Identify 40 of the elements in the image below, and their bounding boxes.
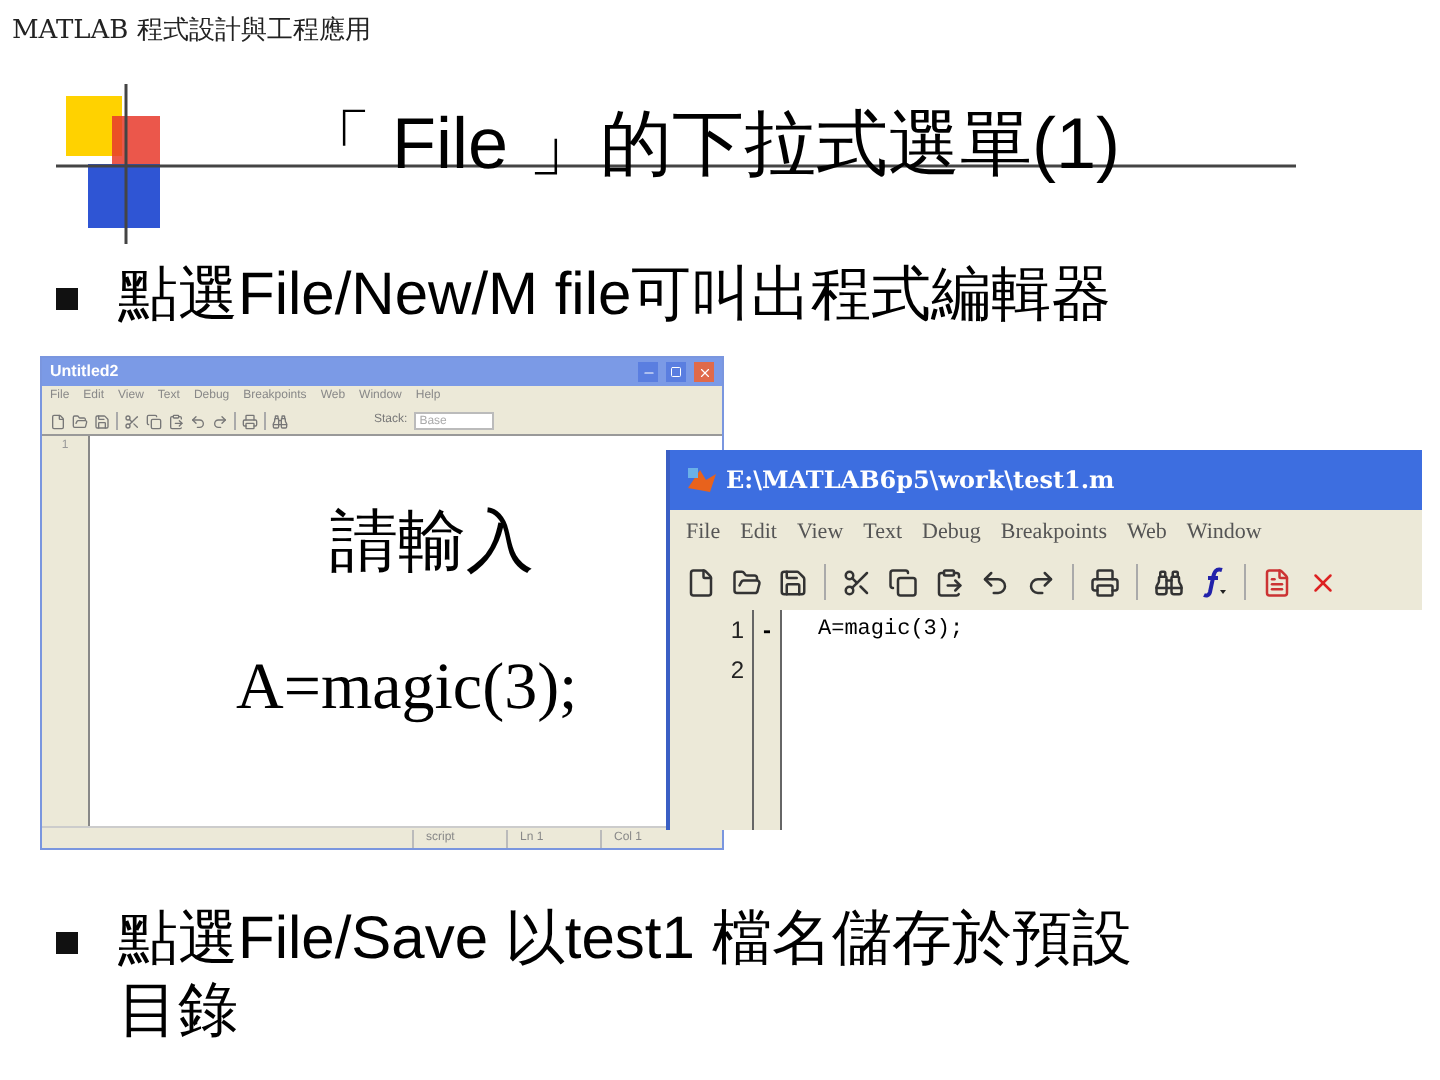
slide-header: MATLAB 程式設計與工程應用 — [12, 14, 371, 50]
line-number: 2 — [730, 654, 744, 688]
undo-icon[interactable] — [980, 567, 1010, 597]
window-title: Untitled2 — [50, 360, 119, 384]
new-file-icon[interactable] — [686, 567, 716, 597]
copy-icon[interactable] — [888, 567, 918, 597]
document-icon[interactable] — [1262, 567, 1292, 597]
close-icon — [697, 365, 711, 379]
bullet-text: 點選File/New/M file可叫出程式編輯器 — [118, 260, 1114, 332]
line-marker: - — [763, 614, 771, 648]
maximize-button[interactable] — [666, 362, 686, 382]
print-icon[interactable] — [1090, 567, 1120, 597]
menu-item[interactable]: Window — [1186, 515, 1262, 549]
bullet-icon — [56, 932, 78, 954]
prompt-text: 請輸入 — [330, 500, 534, 584]
function-icon[interactable] — [1200, 566, 1228, 598]
maximize-icon — [670, 366, 682, 378]
matlab-logo-icon — [686, 464, 718, 496]
menu-item[interactable]: Web — [1127, 515, 1167, 549]
open-folder-icon[interactable] — [732, 567, 762, 597]
menu-item[interactable]: Edit — [740, 515, 777, 549]
menu-item[interactable]: Debug — [922, 515, 981, 549]
menu-item[interactable]: Text — [863, 515, 903, 549]
find-icon[interactable] — [1154, 567, 1184, 597]
code-line: A=magic(3); — [818, 616, 966, 646]
cut-icon[interactable] — [842, 567, 872, 597]
menu-item[interactable]: View — [796, 515, 844, 549]
bullet-text: 點選File/Save 以test1 檔名儲存於預設目錄 — [118, 904, 1134, 1048]
bullet-icon — [56, 288, 78, 310]
window-title: E:\MATLAB6p5\work\test1.m — [726, 464, 1115, 498]
code-area[interactable]: A=magic(3); — [782, 610, 1422, 830]
menu-item[interactable]: File — [686, 515, 721, 549]
close-button[interactable] — [694, 362, 714, 382]
slide-title: 「 File 」的下拉式選單(1) — [300, 100, 1121, 188]
redo-icon[interactable] — [1026, 567, 1056, 597]
save-icon[interactable] — [778, 567, 808, 597]
paste-icon[interactable] — [934, 567, 964, 597]
menu-item[interactable]: Breakpoints — [1000, 515, 1108, 549]
line-number: 1 — [730, 614, 744, 648]
minimize-button[interactable] — [638, 362, 658, 382]
